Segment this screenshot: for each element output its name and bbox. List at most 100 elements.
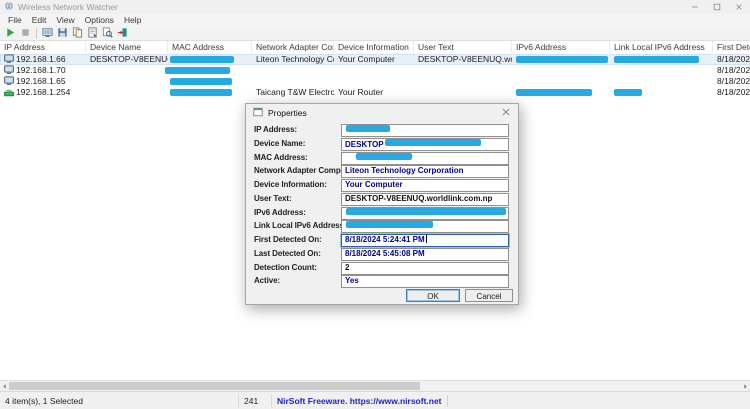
menu-item-help[interactable]: Help [119,15,146,25]
dialog-title: Properties [268,108,307,118]
field-input-last-detected-on[interactable]: 8/18/2024 5:45:08 PM [341,247,509,261]
exit-button[interactable] [115,27,130,40]
field-input-device-information[interactable]: Your Computer [341,179,509,192]
close-button[interactable] [728,0,750,14]
window-controls [684,0,750,14]
dialog-close-icon[interactable] [501,107,511,119]
field-input-device-name[interactable]: DESKTOP [341,137,509,151]
column-header-ipv6[interactable]: IPv6 Address [512,41,610,53]
scrollbar-thumb[interactable] [9,382,420,390]
column-header-ip[interactable]: IP Address [0,41,86,53]
cell-user-text: DESKTOP-V8EENUQ.worldlink... [418,54,512,64]
properties-button[interactable] [85,26,100,40]
start-scan-button[interactable] [3,27,18,40]
field-value: Yes [345,276,359,286]
cell-first-detected: 8/18/2024 5 [717,65,750,75]
cell-first-detected: 8/18/2024 5 [717,87,750,97]
column-header-first-detected[interactable]: First Detected On [713,41,750,53]
find-icon [102,26,113,40]
status-bar: 4 item(s), 1 Selected 241 NirSoft Freewa… [0,391,750,409]
field-input-network-adapter-company[interactable]: Liteon Technology Corporation [341,165,509,179]
field-input-ip-address[interactable] [341,124,509,137]
redacted-value-bar [356,152,412,160]
cancel-button[interactable]: Cancel [465,289,513,302]
menu-item-options[interactable]: Options [80,15,119,25]
cell-adapter [252,76,334,87]
table-header: IP Address Device Name MAC Address Network … [0,41,750,55]
dialog-title-bar: Properties [246,104,518,122]
network-adapter-button[interactable] [40,27,55,40]
field-label-mac-address: MAC Address: [254,152,308,162]
cell-ipv6 [512,65,610,76]
table-row[interactable]: 192.168.1.254 Taicang T&W Electronics Your… [0,87,750,98]
toolbar [0,26,750,41]
field-input-ipv6-address[interactable] [341,206,509,220]
field-input-detection-count[interactable]: 2 [341,261,509,275]
horizontal-scrollbar[interactable] [0,380,750,391]
computer-icon [4,54,14,64]
cell-first-detected: 8/18/2024 5 [717,76,750,86]
field-value: 8/18/2024 5:24:41 PM [345,235,425,244]
field-label-last-detected-on: Last Detected On: [254,248,321,258]
redacted-value-bar [346,221,433,229]
save-button[interactable] [55,27,70,40]
nirsoft-link[interactable]: NirSoft Freeware. https://www.nirsoft.ne… [272,394,448,407]
menu-item-view[interactable]: View [51,15,79,25]
copy-button[interactable] [70,26,85,40]
column-header-user-text[interactable]: User Text [414,41,512,53]
field-value-prefix: DESKTOP [345,139,384,149]
field-input-link-local-ipv6-address[interactable] [341,220,509,234]
cell-user-text [414,87,512,98]
cell-adapter [252,65,334,76]
column-header-device-info[interactable]: Device Information [334,41,414,53]
field-value: 8/18/2024 5:45:08 PM [345,248,425,258]
table-row[interactable]: 192.168.1.70 8/18/2024 5 [0,65,750,76]
properties-icon [87,26,98,40]
cell-device-info: Your Router [338,87,384,97]
table-row[interactable]: 192.168.1.66 DESKTOP-V8EENUQ.wor... Liteon… [0,54,750,65]
cell-first-detected: 8/18/2024 5 [717,54,750,64]
cell-device-name: DESKTOP-V8EENUQ.wor... [90,54,168,64]
ok-button[interactable]: OK [406,289,460,302]
field-input-user-text[interactable]: DESKTOP-V8EENUQ.worldlink.com.np [341,192,509,206]
field-value: Liteon Technology Corporation [345,166,464,176]
column-header-adapter[interactable]: Network Adapter Comp... [252,41,334,53]
app-icon [4,1,14,13]
field-input-active[interactable]: Yes [341,275,509,289]
dialog-icon [253,107,263,119]
scroll-left-arrow[interactable] [0,381,9,391]
minimize-button[interactable] [684,0,706,14]
redacted-link-local-bar [614,89,642,96]
menu-bar: File Edit View Options Help [0,14,750,26]
field-input-first-detected-on[interactable]: 8/18/2024 5:24:41 PM [341,234,509,247]
redacted-mac-bar [165,67,230,74]
copy-icon [72,26,83,40]
column-header-link-local[interactable]: Link Local IPv6 Address [610,41,713,53]
title-bar: Wireless Network Watcher [0,0,750,14]
find-button[interactable] [100,26,115,40]
field-input-mac-address[interactable] [341,151,509,165]
cell-ip: 192.168.1.65 [0,76,86,87]
properties-dialog: Properties IP Address: Device Name: DESKTO… [245,103,519,305]
scroll-right-arrow[interactable] [741,381,750,391]
redacted-link-local-bar [614,56,699,63]
table-row[interactable]: 192.168.1.65 8/18/2024 5 [0,76,750,87]
cell-device-info [334,76,414,87]
field-value: 2 [345,262,350,272]
stop-scan-button[interactable] [18,27,33,40]
field-label-detection-count: Detection Count: [254,262,317,272]
computer-icon [4,65,14,75]
window-title: Wireless Network Watcher [18,2,118,12]
cell-link-local [610,65,713,76]
menu-item-file[interactable]: File [3,15,27,25]
cell-ip: 192.168.1.70 [0,65,86,76]
redacted-mac-bar [170,78,232,85]
column-header-device-name[interactable]: Device Name [86,41,168,53]
network-adapter-icon [42,27,53,40]
menu-item-edit[interactable]: Edit [27,15,52,25]
redacted-ipv6-bar [516,56,608,63]
column-header-mac[interactable]: MAC Address [168,41,252,53]
cell-device-name [86,87,168,98]
redacted-value-bar [384,138,481,146]
maximize-button[interactable] [706,0,728,14]
